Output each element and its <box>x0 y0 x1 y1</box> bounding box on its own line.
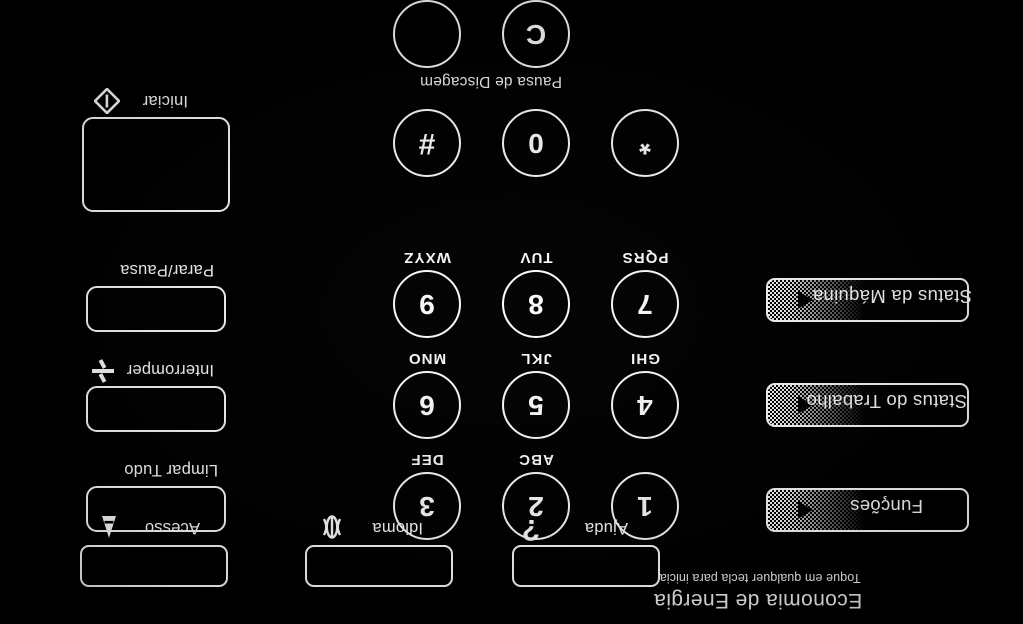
bottom-key-ajuda-label: Ajuda <box>584 519 628 537</box>
dial-key-6[interactable]: 6 <box>393 371 461 439</box>
bottom-key-acesso[interactable] <box>80 545 228 587</box>
interrupt-icon <box>92 359 114 383</box>
dial-key-8-letters: TUV <box>519 249 553 266</box>
dial-key-5-digit: 5 <box>528 390 544 421</box>
command-key-iniciar[interactable] <box>82 117 230 212</box>
dial-key-clear-c[interactable]: C <box>502 0 570 68</box>
copier-control-panel: Economia de Energia Toque em qualquer te… <box>0 0 1023 624</box>
dial-key-4[interactable]: 4 <box>611 371 679 439</box>
dial-key-asterisk-digit: * <box>639 127 651 160</box>
dial-key-hash-digit: # <box>418 127 436 160</box>
dial-key-5[interactable]: 5 <box>502 371 570 439</box>
command-key-parar-pausa[interactable] <box>86 286 226 332</box>
dial-key-7[interactable]: 7 <box>611 270 679 338</box>
dial-key-8-digit: 8 <box>528 289 544 320</box>
dial-key-9-digit: 9 <box>419 289 435 320</box>
dial-key-4-digit: 4 <box>637 390 653 421</box>
power-save-title: Economia de Energia <box>653 589 863 612</box>
feature-key-funcoes-label: Funções <box>849 496 923 517</box>
question-mark-icon: ? <box>521 513 540 546</box>
bottom-key-idioma[interactable] <box>305 545 453 587</box>
feature-key-status-maquina-label: Status da Máquina <box>812 286 972 307</box>
dial-key-asterisk[interactable]: * <box>611 109 679 177</box>
command-key-limpar-tudo-label: Limpar Tudo <box>124 461 218 479</box>
command-key-interromper-label: Interromper <box>126 361 214 379</box>
command-key-parar-pausa-label: Parar/Pausa <box>120 261 214 279</box>
dial-key-7-digit: 7 <box>637 289 653 320</box>
key-icon <box>102 516 116 538</box>
dial-key-6-digit: 6 <box>419 390 435 421</box>
dial-key-3-letters: DEF <box>410 451 444 468</box>
dial-key-2-letters: ABC <box>518 451 554 468</box>
dial-key-clear-c-digit: C <box>525 19 547 50</box>
dial-key-blank[interactable] <box>393 0 461 68</box>
dial-key-9[interactable]: 9 <box>393 270 461 338</box>
dial-key-5-letters: JKL <box>520 350 552 367</box>
bottom-key-idioma-label: Idioma <box>372 519 423 537</box>
globe-icon <box>322 515 342 539</box>
dial-key-hash[interactable]: # <box>393 109 461 177</box>
dial-key-9-letters: WXYZ <box>403 249 451 266</box>
dial-key-8[interactable]: 8 <box>502 270 570 338</box>
dial-key-7-letters: PQRS <box>621 249 669 266</box>
dial-key-4-letters: GHI <box>630 350 660 367</box>
triangle-left-icon <box>798 501 813 519</box>
dial-key-1-digit: 1 <box>637 491 653 522</box>
feature-key-status-trabalho-label: Status do Trabalho <box>806 391 967 412</box>
command-key-iniciar-label: Iniciar <box>142 92 188 110</box>
dial-key-6-letters: MNO <box>407 350 447 367</box>
dial-key-0[interactable]: 0 <box>502 109 570 177</box>
command-key-interromper[interactable] <box>86 386 226 432</box>
start-diamond-icon <box>94 88 120 114</box>
dial-key-3-digit: 3 <box>419 491 435 522</box>
dial-pause-label: Pausa de Discagem <box>419 73 562 90</box>
dial-key-0-digit: 0 <box>528 128 544 159</box>
triangle-left-icon <box>798 291 813 309</box>
bottom-key-acesso-label: Acesso <box>144 519 200 537</box>
bottom-key-ajuda[interactable] <box>512 545 660 587</box>
